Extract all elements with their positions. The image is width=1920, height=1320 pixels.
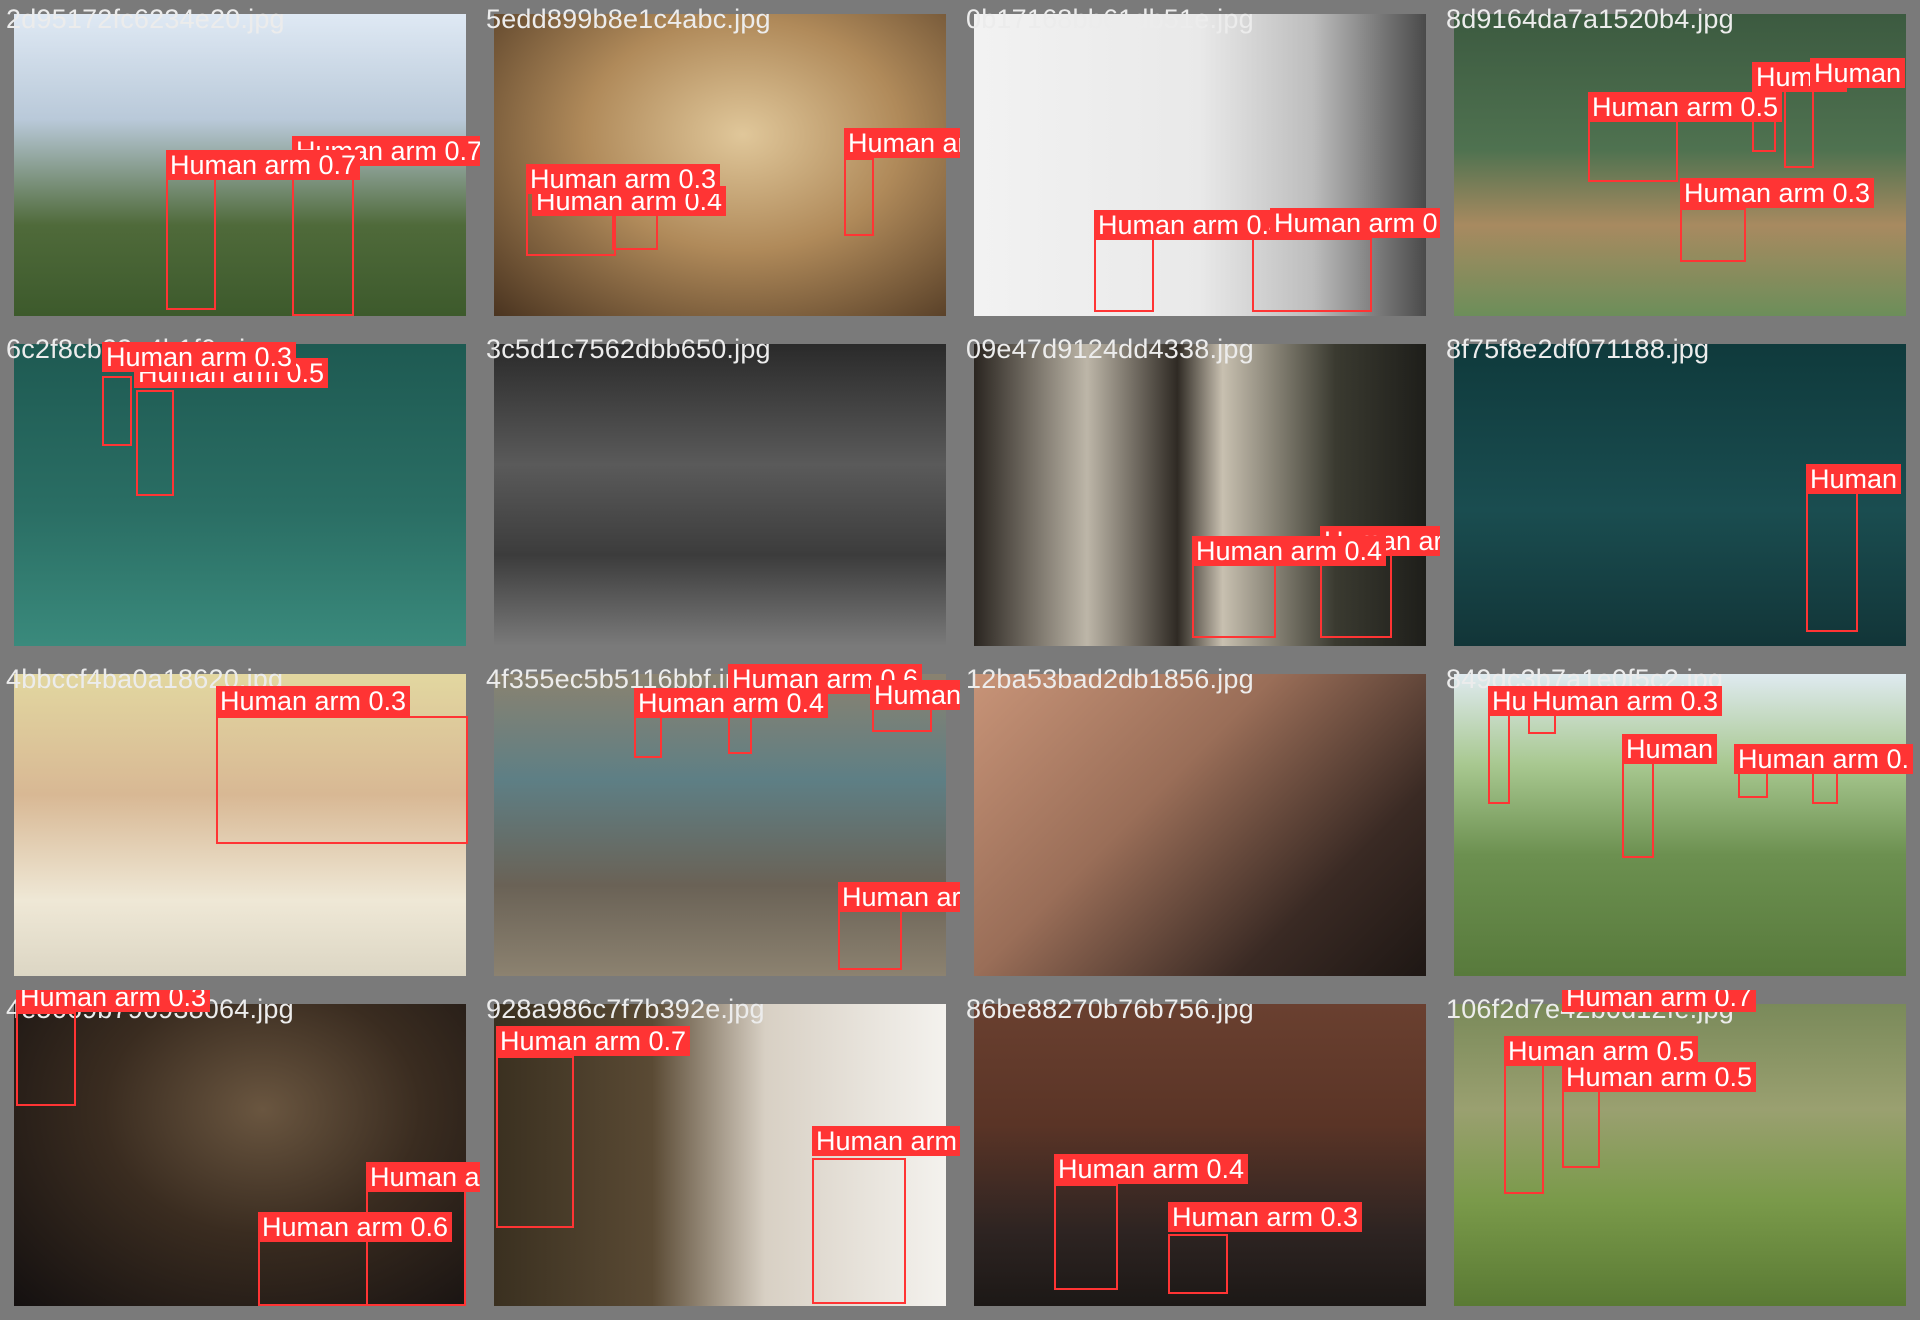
result-photo (14, 344, 466, 646)
image-filename: 5edd899b8e1c4abc.jpg (486, 4, 771, 34)
result-tile: 849dc3b7a1e0f5c2.jpg Hu Human arm 0.3 Hu… (1440, 660, 1920, 990)
detection-box (1784, 88, 1814, 168)
detection-box (1504, 1054, 1544, 1194)
detection-box (1054, 1184, 1118, 1290)
detection-box (844, 158, 874, 236)
result-tile: 8d9164da7a1520b4.jpg Human Human Human a… (1440, 0, 1920, 330)
detection-label: Human arm 0. (1734, 744, 1914, 774)
detection-label: Human arm 0.5 (1562, 1062, 1757, 1092)
detection-label: Hu (1488, 686, 1531, 716)
detection-label: Human (1810, 58, 1906, 88)
detection-box (496, 1056, 574, 1228)
detection-label: Human arm 0.6 (258, 1212, 453, 1242)
result-tile: 3c5d1c7562dbb650.jpg (480, 330, 960, 660)
image-filename: 09e47d9124dd4338.jpg (966, 334, 1254, 364)
detection-label: Human arm 0.7 (496, 1026, 691, 1056)
result-tile: 86be88270b76b756.jpg Human arm 0.4 Human… (960, 990, 1440, 1320)
detection-label: Human arm 0.3 (1168, 1202, 1363, 1232)
detection-label: Human arm 0.4 (1094, 210, 1289, 240)
result-tile: 4f355ec5b5116bbf.jpg Human arm 0.6 Human… (480, 660, 960, 990)
detection-label: Human arm 0.3 (838, 882, 960, 912)
result-tile: 8f75f8e2df071188.jpg Human (1440, 330, 1920, 660)
detection-box (16, 1012, 76, 1106)
result-tile: 4bbccf4ba0a18620.jpg Human arm 0.3 (0, 660, 480, 990)
detection-label: Human arm 0.7 (1562, 990, 1757, 1012)
detection-label: Human arm 0.6 (844, 128, 960, 158)
result-photo (1454, 674, 1906, 976)
result-tile: 5edd899b8e1c4abc.jpg Human arm 0.6 Human… (480, 0, 960, 330)
result-tile: 4e5669b796938064.jpg Human arm 0.3 Human… (0, 990, 480, 1320)
detection-box (838, 906, 902, 970)
detection-box (1168, 1234, 1228, 1294)
detection-label: Human arm 0.7 (166, 150, 361, 180)
detection-label: Human arm 0.3 (16, 990, 211, 1012)
image-filename: 2d95172fc6234e20.jpg (6, 4, 285, 34)
detection-box (1588, 120, 1678, 182)
detection-label: Human arm 0.6 (870, 680, 960, 710)
detection-results-grid: 2d95172fc6234e20.jpg Human arm 0.7 Human… (0, 0, 1920, 1320)
detection-box (136, 390, 174, 496)
detection-label: Human arm 0.5 (366, 1162, 480, 1192)
detection-box (1488, 704, 1510, 804)
result-photo (974, 674, 1426, 976)
image-filename: 0b17168bb61db51e.jpg (966, 4, 1254, 34)
image-filename: 8f75f8e2df071188.jpg (1446, 334, 1710, 364)
image-filename: 86be88270b76b756.jpg (966, 994, 1254, 1024)
detection-label: Human arm 0.5 (1588, 92, 1783, 122)
image-filename: 928a986c7f7b392e.jpg (486, 994, 765, 1024)
detection-label: Human (1806, 464, 1902, 494)
detection-label: Human arm 0.4 (634, 688, 829, 718)
detection-label: Human arm 0.4 (1192, 536, 1387, 566)
result-photo (494, 344, 946, 646)
detection-box (258, 1232, 368, 1306)
detection-box (1562, 1086, 1600, 1168)
detection-label: Human arm 0.3 (526, 164, 721, 194)
detection-label: Human arm 0.3 (1680, 178, 1875, 208)
detection-box (102, 376, 132, 446)
detection-label: Human arm 0.3 (216, 686, 411, 716)
detection-box (1680, 208, 1746, 262)
detection-box (366, 1180, 466, 1306)
detection-label: Human arm 0.3 (1528, 686, 1723, 716)
detection-box (1094, 238, 1154, 312)
result-tile: 928a986c7f7b392e.jpg Human arm 0.7 Human… (480, 990, 960, 1320)
detection-label: Human arm 0.4 (1270, 208, 1440, 238)
detection-label: Human (1622, 734, 1718, 764)
detection-box (812, 1158, 906, 1304)
result-tile: 0b17168bb61db51e.jpg Human arm 0.4 Human… (960, 0, 1440, 330)
image-filename: 3c5d1c7562dbb650.jpg (486, 334, 771, 364)
result-tile: 6c2f8cb23e4b1f0a.jpg Human arm 0.5 Human… (0, 330, 480, 660)
image-filename: 12ba53bad2db1856.jpg (966, 664, 1254, 694)
detection-label: Human arm 0.3 (102, 342, 297, 372)
result-tile: 12ba53bad2db1856.jpg (960, 660, 1440, 990)
detection-label: Human arm 0.4 (1054, 1154, 1249, 1184)
detection-box (1252, 238, 1372, 312)
detection-label: Human arm 0.6 (812, 1126, 960, 1156)
result-tile: 09e47d9124dd4338.jpg Human arm 0.6 Human… (960, 330, 1440, 660)
image-filename: 8d9164da7a1520b4.jpg (1446, 4, 1734, 34)
result-tile: 2d95172fc6234e20.jpg Human arm 0.7 Human… (0, 0, 480, 330)
detection-box (216, 716, 468, 844)
result-tile: 106f2d7e42b0d12fe.jpg Human arm 0.7 Huma… (1440, 990, 1920, 1320)
